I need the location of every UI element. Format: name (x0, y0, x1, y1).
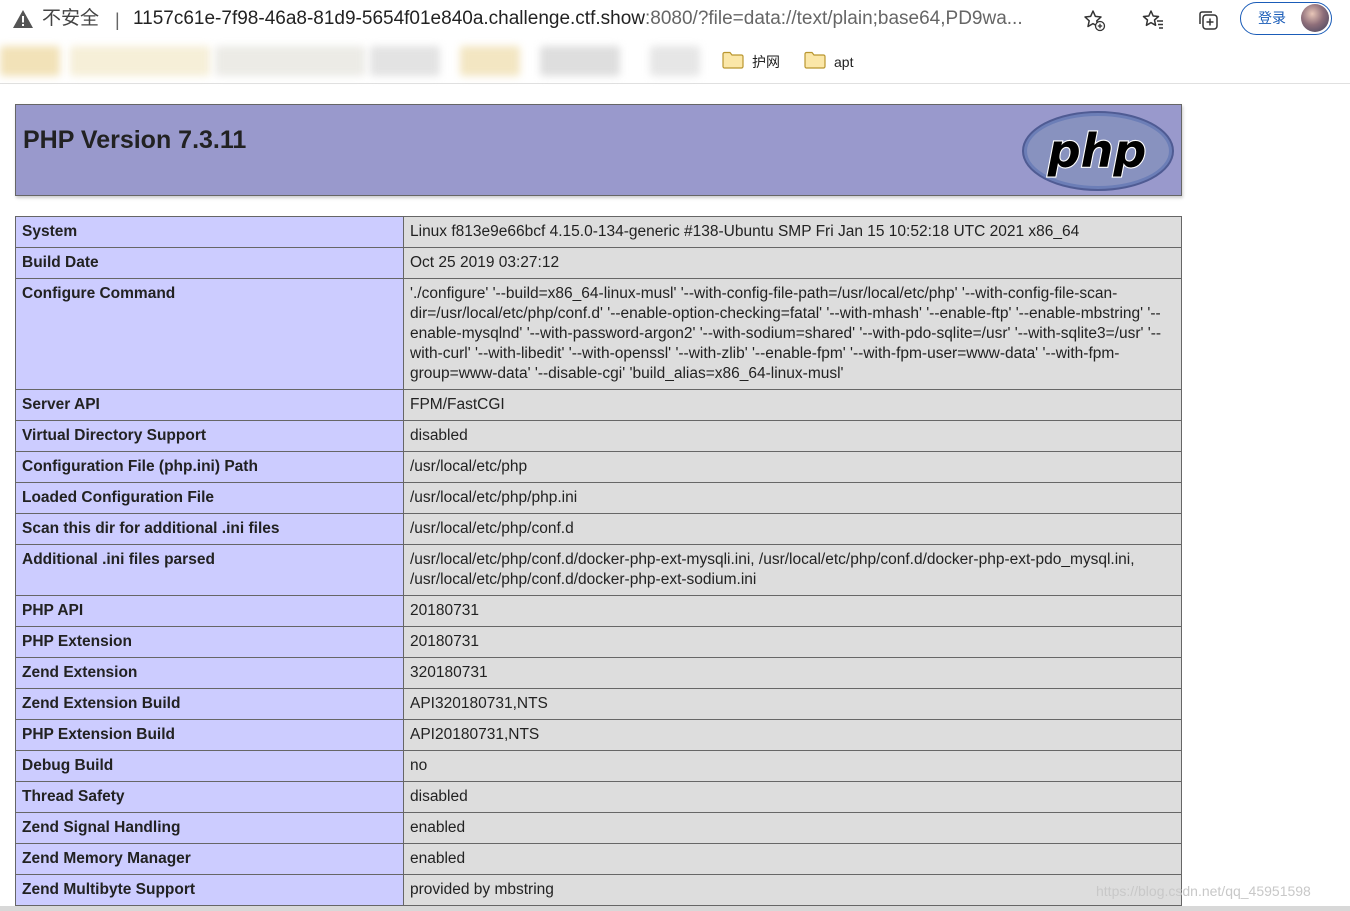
row-value: Linux f813e9e66bcf 4.15.0-134-generic #1… (403, 216, 1182, 248)
table-row: PHP Extension Build API20180731,NTS (15, 719, 1182, 751)
table-row: Loaded Configuration File/usr/local/etc/… (15, 482, 1182, 514)
table-row: Thread Safety disabled (15, 781, 1182, 813)
row-key: Additional .ini files parsed (15, 544, 404, 596)
collections-icon[interactable] (1195, 7, 1221, 33)
row-key: Server API (15, 389, 404, 421)
row-value: disabled (403, 781, 1182, 813)
row-key: Zend Extension Build (15, 688, 404, 720)
php-logo[interactable]: php (1021, 110, 1175, 192)
folder-icon (722, 51, 744, 74)
row-key: Configuration File (php.ini) Path (15, 451, 404, 483)
login-button-label: 登录 (1258, 10, 1286, 26)
table-row: Zend Extension 320180731 (15, 657, 1182, 689)
blurred-bookmark (460, 46, 520, 76)
bookmarks-bar: 护网 apt (0, 40, 1350, 84)
address-separator: | (115, 10, 120, 30)
row-key: Zend Signal Handling (15, 812, 404, 844)
row-key: Debug Build (15, 750, 404, 782)
row-value: enabled (403, 843, 1182, 875)
phpinfo-page: PHP Version 7.3.11 php System Linux f813e… (15, 104, 1182, 906)
row-value: 320180731 (403, 657, 1182, 689)
row-value: /usr/local/etc/php/conf.d (403, 513, 1182, 545)
row-value: /usr/local/etc/php (403, 451, 1182, 483)
blurred-bookmark (540, 46, 620, 76)
security-status-label[interactable]: 不安全 (42, 8, 99, 30)
bookmark-folder[interactable]: apt (804, 51, 853, 73)
row-key: Configure Command (15, 278, 404, 390)
row-value: /usr/local/etc/php/php.ini (403, 482, 1182, 514)
table-row: Scan this dir for additional .ini files /… (15, 513, 1182, 545)
table-row: Zend Extension Build API320180731,NTS (15, 688, 1182, 720)
row-key: Loaded Configuration File (15, 482, 404, 514)
table-row: Configuration File (php.ini) Path/usr/lo… (15, 451, 1182, 483)
table-row: Zend Multibyte Support provided by mbstri… (15, 874, 1182, 906)
blurred-bookmark (650, 46, 700, 76)
row-value: './configure' '--build=x86_64-linux-musl… (403, 278, 1182, 390)
row-value: API320180731,NTS (403, 688, 1182, 720)
row-key: PHP API (15, 595, 404, 627)
info-table: System Linux f813e9e66bcf 4.15.0-134-gene… (15, 216, 1182, 906)
table-row: PHP Extension 20180731 (15, 626, 1182, 658)
favorite-add-icon[interactable] (1081, 7, 1107, 33)
bookmark-folder[interactable]: 护网 (722, 51, 780, 73)
url-field[interactable]: 1157c61e-7f98-46a8-81d9-5654f01e840a.cha… (133, 8, 1023, 30)
page-title: PHP Version 7.3.11 (23, 126, 247, 154)
row-value: 20180731 (403, 595, 1182, 627)
row-key: Zend Extension (15, 657, 404, 689)
login-button[interactable]: 登录 (1240, 2, 1332, 35)
row-value: Oct 25 2019 03:27:12 (403, 247, 1182, 279)
row-key: Scan this dir for additional .ini files (15, 513, 404, 545)
row-key: Zend Memory Manager (15, 843, 404, 875)
row-value: 20180731 (403, 626, 1182, 658)
row-value: no (403, 750, 1182, 782)
row-value: provided by mbstring (403, 874, 1182, 906)
php-logo-text: php (1047, 124, 1147, 178)
row-key: Thread Safety (15, 781, 404, 813)
table-row: PHP API 20180731 (15, 595, 1182, 627)
row-value: disabled (403, 420, 1182, 452)
table-row: Zend Signal Handling enabled (15, 812, 1182, 844)
row-key: Build Date (15, 247, 404, 279)
row-value: /usr/local/etc/php/conf.d/docker-php-ext… (403, 544, 1182, 596)
row-value: FPM/FastCGI (403, 389, 1182, 421)
table-row: Server API FPM/FastCGI (15, 389, 1182, 421)
table-row: Debug Build no (15, 750, 1182, 782)
row-key: PHP Extension Build (15, 719, 404, 751)
blurred-bookmark (370, 46, 440, 76)
url-path: :8080/?file=data://text/plain;base64,PD9… (645, 8, 1023, 29)
avatar[interactable] (1301, 4, 1329, 32)
bookmark-label: 护网 (752, 54, 780, 70)
bookmark-label: apt (834, 54, 854, 70)
table-row: System Linux f813e9e66bcf 4.15.0-134-gene… (15, 216, 1182, 248)
row-key: Virtual Directory Support (15, 420, 404, 452)
row-key: System (15, 216, 404, 248)
phpinfo-header: PHP Version 7.3.11 php (15, 104, 1182, 196)
warning-icon[interactable] (12, 8, 34, 30)
row-key: PHP Extension (15, 626, 404, 658)
blurred-bookmark (0, 46, 60, 76)
watermark: https://blog.csdn.net/qq_45951598 (1096, 883, 1311, 899)
row-value: API20180731,NTS (403, 719, 1182, 751)
table-row: Additional .ini files parsed/usr/local/e… (15, 544, 1182, 596)
favorites-icon[interactable] (1140, 7, 1166, 33)
row-value: enabled (403, 812, 1182, 844)
table-row: Build Date Oct 25 2019 03:27:12 (15, 247, 1182, 279)
browser-address-bar: 不安全 | 1157c61e-7f98-46a8-81d9-5654f01e84… (0, 0, 1350, 40)
table-row: Configure Command './configure' '--build=… (15, 278, 1182, 390)
blurred-bookmark (215, 46, 365, 76)
table-row: Zend Memory Manager enabled (15, 843, 1182, 875)
row-key: Zend Multibyte Support (15, 874, 404, 906)
horizontal-scrollbar[interactable] (0, 906, 1350, 911)
info-table-body: System Linux f813e9e66bcf 4.15.0-134-gene… (15, 216, 1182, 906)
url-host: 1157c61e-7f98-46a8-81d9-5654f01e840a.cha… (133, 8, 645, 29)
folder-icon (804, 51, 826, 74)
blurred-bookmark (70, 46, 210, 76)
table-row: Virtual Directory Support disabled (15, 420, 1182, 452)
